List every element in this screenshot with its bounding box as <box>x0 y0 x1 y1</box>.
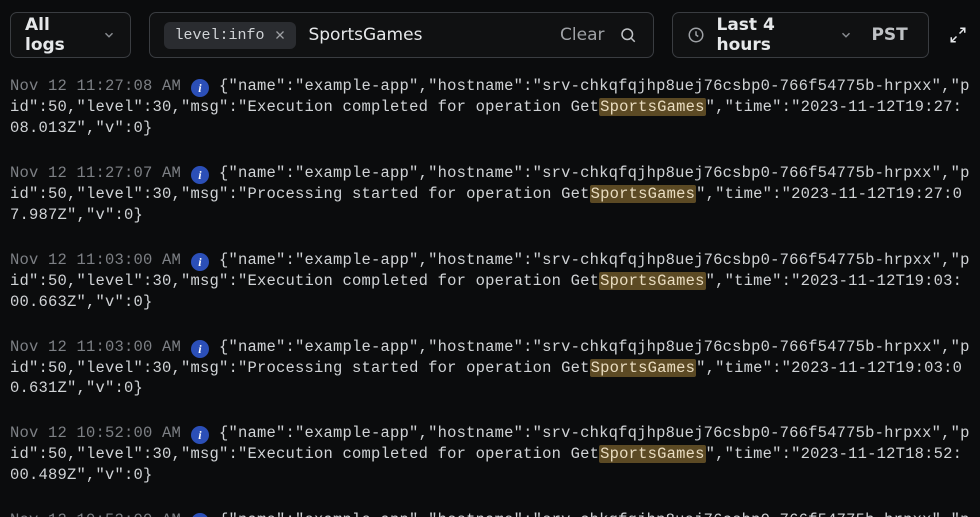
info-level-icon: i <box>191 166 209 184</box>
chevron-down-icon <box>839 28 853 42</box>
log-entry[interactable]: Nov 12 10:52:00 AMi{"name":"example-app"… <box>10 423 970 486</box>
clear-button[interactable]: Clear <box>560 25 604 45</box>
search-highlight: SportsGames <box>599 98 706 116</box>
info-level-icon: i <box>191 513 209 517</box>
chevron-down-icon <box>102 28 116 42</box>
info-level-icon: i <box>191 426 209 444</box>
search-highlight: SportsGames <box>590 185 697 203</box>
filter-chip-label: level:info <box>174 27 264 44</box>
close-icon[interactable] <box>274 29 286 41</box>
log-entry[interactable]: Nov 12 11:03:00 AMi{"name":"example-app"… <box>10 250 970 313</box>
logs-filter-label: All logs <box>25 15 92 55</box>
search-input[interactable]: SportsGames <box>308 25 548 45</box>
timezone-label: PST <box>865 25 913 45</box>
search-highlight: SportsGames <box>590 359 697 377</box>
expand-icon[interactable] <box>947 23 970 47</box>
search-highlight: SportsGames <box>599 445 706 463</box>
log-entry[interactable]: Nov 12 11:27:08 AMi{"name":"example-app"… <box>10 76 970 139</box>
clock-icon <box>687 26 705 44</box>
search-highlight: SportsGames <box>599 272 706 290</box>
log-entry[interactable]: Nov 12 11:27:07 AMi{"name":"example-app"… <box>10 163 970 226</box>
logs-filter-dropdown[interactable]: All logs <box>10 12 131 58</box>
log-timestamp: Nov 12 10:52:00 AM <box>10 424 181 442</box>
search-icon[interactable] <box>617 24 639 46</box>
log-entry[interactable]: Nov 12 11:03:00 AMi{"name":"example-app"… <box>10 337 970 400</box>
info-level-icon: i <box>191 253 209 271</box>
info-level-icon: i <box>191 340 209 358</box>
search-bar[interactable]: level:info SportsGames Clear <box>149 12 653 58</box>
log-timestamp: Nov 12 11:27:07 AM <box>10 164 181 182</box>
filter-chip[interactable]: level:info <box>164 22 296 49</box>
log-entry[interactable]: Nov 12 10:52:00 AMi{"name":"example-app"… <box>10 510 970 517</box>
log-list: Nov 12 11:27:08 AMi{"name":"example-app"… <box>0 70 980 517</box>
time-range-dropdown[interactable]: Last 4 hours PST <box>672 12 929 58</box>
log-timestamp: Nov 12 11:27:08 AM <box>10 77 181 95</box>
log-timestamp: Nov 12 10:52:00 AM <box>10 511 181 517</box>
toolbar: All logs level:info SportsGames Clear La… <box>0 0 980 70</box>
log-timestamp: Nov 12 11:03:00 AM <box>10 338 181 356</box>
log-timestamp: Nov 12 11:03:00 AM <box>10 251 181 269</box>
info-level-icon: i <box>191 79 209 97</box>
time-range-label: Last 4 hours <box>717 15 828 55</box>
